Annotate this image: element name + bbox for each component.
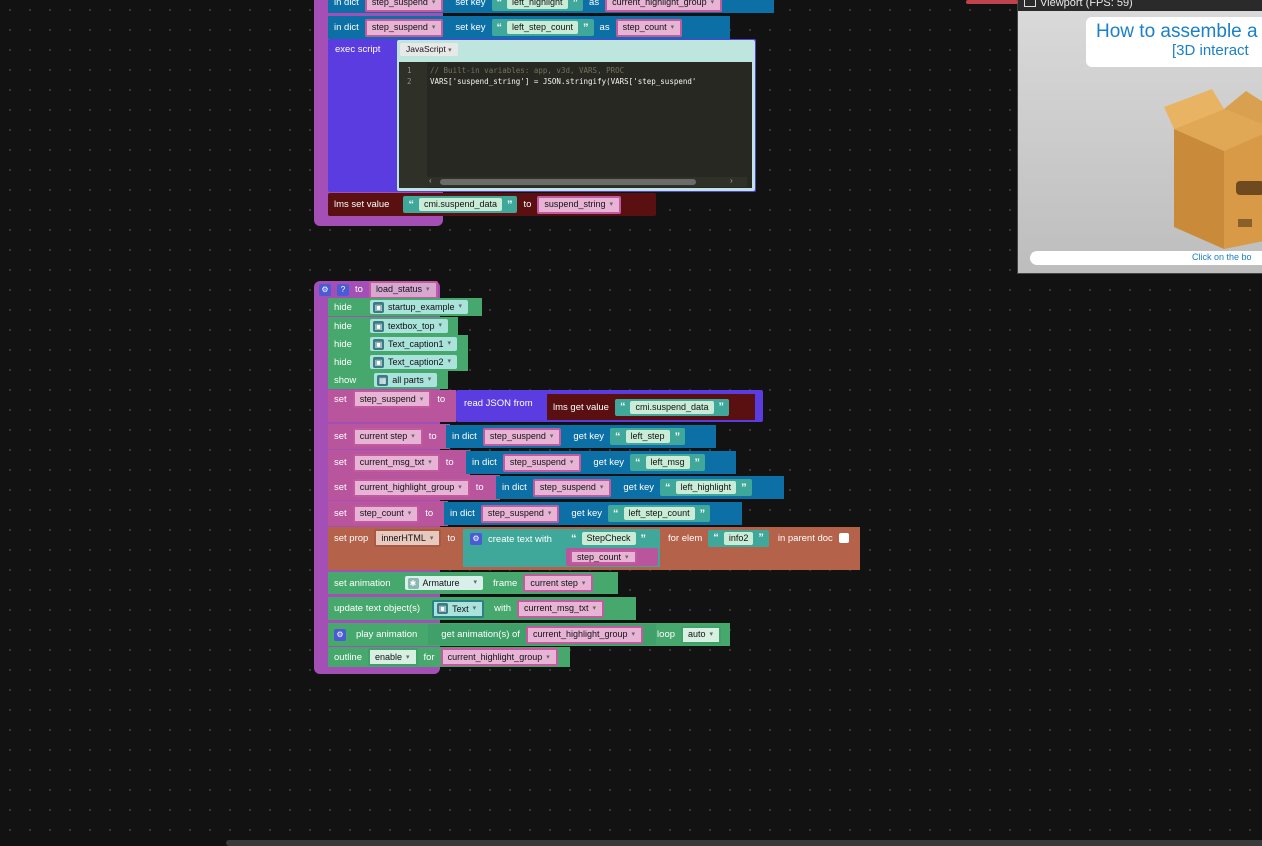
in-dict-block-2[interactable]: in dict step_suspend get key “left_msg” — [466, 451, 736, 474]
key-string[interactable]: “left_highlight” — [491, 0, 584, 11]
dict-variable-dropdown[interactable]: step_suspend — [532, 478, 612, 497]
update-text-block[interactable]: update text object(s) ▣Text with current… — [328, 597, 636, 620]
key-string[interactable]: “left_msg” — [630, 454, 706, 471]
cube-icon: ▣ — [372, 320, 384, 332]
help-icon[interactable]: ? — [337, 283, 349, 296]
code-editor-scrollbar[interactable]: ‹ › — [427, 176, 747, 187]
set-step-count-block[interactable]: set step_count to — [328, 501, 448, 526]
lms-key-string[interactable]: “cmi.suspend_data” — [403, 196, 518, 213]
viewport-panel[interactable]: Viewport (FPS: 59) How to assemble a [3D… — [1017, 0, 1262, 274]
variable-dropdown[interactable]: current_msg_txt — [352, 453, 440, 472]
armature-dropdown[interactable]: ✱ Armature — [404, 576, 484, 590]
element-id-string[interactable]: “info2” — [708, 529, 769, 547]
dict-variable-dropdown[interactable]: step_suspend — [364, 0, 444, 12]
scroll-left-icon[interactable]: ‹ — [429, 176, 432, 185]
set-highlight-group-block[interactable]: set current_highlight_group to — [328, 475, 500, 500]
hide-block-1[interactable]: hide ▣ startup_example — [328, 298, 482, 316]
object-dropdown[interactable]: ▣ Text_caption1 — [369, 337, 458, 351]
procedure-name-field[interactable]: load_status — [368, 280, 438, 299]
key-string[interactable]: “left_step_count” — [608, 505, 711, 522]
cardboard-box-image[interactable] — [1164, 89, 1262, 259]
viewport-icon — [1024, 0, 1036, 7]
highlight-group-dropdown[interactable]: current_highlight_group — [525, 625, 644, 644]
in-dict-block-1[interactable]: in dict step_suspend get key “left_step” — [446, 425, 716, 448]
in-dict-block-3[interactable]: in dict step_suspend get key “left_highl… — [496, 476, 784, 499]
title-card: How to assemble a [3D interact — [1086, 17, 1262, 67]
outline-block[interactable]: outline enable for current_highlight_gro… — [328, 647, 570, 667]
loop-mode-dropdown[interactable]: auto — [681, 625, 722, 644]
key-string[interactable]: “left_step” — [610, 428, 686, 445]
viewport-scene[interactable]: How to assemble a [3D interact Click on … — [1018, 11, 1262, 273]
code-line-1: // Built-in variables: app, v3d, VARS, P… — [430, 66, 625, 75]
dict-variable-dropdown[interactable]: step_suspend — [480, 504, 560, 523]
variable-dropdown[interactable]: step_count — [352, 504, 420, 523]
text-object-dropdown[interactable]: ▣ Text — [432, 599, 485, 618]
dict-variable-dropdown[interactable]: step_suspend — [502, 453, 582, 472]
hide-block-2[interactable]: hide ▣ textbox_top — [328, 317, 458, 335]
object-dropdown[interactable]: ▣ textbox_top — [369, 319, 449, 333]
viewport-titlebar[interactable]: Viewport (FPS: 59) — [1018, 0, 1262, 11]
message-variable-dropdown[interactable]: current_msg_txt — [517, 599, 605, 618]
dict-variable-dropdown[interactable]: step_suspend — [482, 427, 562, 446]
lms-get-value-block[interactable]: lms get value “cmi.suspend_data” — [547, 394, 755, 420]
set-animation-block[interactable]: set animation ✱Armature frame current st… — [328, 572, 618, 594]
cube-icon: ▣ — [372, 301, 384, 313]
hide-block-4[interactable]: hide ▣ Text_caption2 — [328, 353, 468, 371]
lms-key-string[interactable]: “cmi.suspend_data” — [614, 398, 730, 416]
in-dict-block-4[interactable]: in dict step_suspend get key “left_step_… — [444, 502, 742, 525]
scroll-right-icon[interactable]: › — [730, 176, 733, 185]
value-variable-dropdown[interactable]: current_highlight_group — [605, 0, 723, 12]
connector-line — [966, 0, 1018, 4]
set-current-step-block[interactable]: set current step to — [328, 424, 450, 449]
exec-script-label: exec script — [335, 44, 381, 55]
cube-icon: ▣ — [372, 356, 384, 368]
group-icon: ▦ — [377, 374, 389, 386]
hide-block-3[interactable]: hide ▣ Text_caption1 — [328, 335, 468, 353]
property-dropdown[interactable]: innerHTML — [374, 529, 442, 547]
outline-mode-dropdown[interactable]: enable — [368, 648, 418, 666]
workspace-horizontal-scrollbar[interactable] — [226, 840, 1262, 846]
armature-icon: ✱ — [407, 577, 419, 589]
variable-dropdown[interactable]: current_highlight_group — [352, 478, 470, 497]
variable-dropdown[interactable]: step_suspend — [352, 390, 432, 408]
code-editor[interactable]: 1 2 // Built-in variables: app, v3d, VAR… — [399, 62, 752, 188]
mutator-gear-icon[interactable]: ⚙ — [334, 628, 346, 641]
language-dropdown[interactable]: JavaScript ▾ — [400, 43, 458, 56]
show-block[interactable]: show ▦ all parts — [328, 371, 448, 389]
code-line-2: VARS['suspend_string'] = JSON.stringify(… — [430, 77, 697, 86]
object-dropdown[interactable]: ▣ startup_example — [369, 300, 469, 314]
key-string[interactable]: “left_highlight” — [660, 479, 752, 496]
suspend-string-dropdown[interactable]: suspend_string — [537, 195, 621, 214]
frame-variable-dropdown[interactable]: current step — [523, 574, 594, 592]
highlight-group-dropdown[interactable]: current_highlight_group — [440, 648, 558, 666]
procedure-header[interactable]: ⚙ ? to load_status — [314, 280, 444, 299]
cube-icon: ▣ — [372, 338, 384, 350]
lms-set-value-block[interactable]: lms set value “cmi.suspend_data” to susp… — [328, 193, 656, 216]
cube-icon: ▣ — [437, 603, 449, 614]
variable-dropdown[interactable]: current step — [352, 427, 423, 446]
parent-doc-checkbox[interactable] — [838, 533, 849, 543]
dict-set-stepcount-block[interactable]: in dict step_suspend set key “left_step_… — [328, 16, 730, 39]
footer-bar: Click on the bo — [1030, 251, 1262, 265]
value-variable-dropdown[interactable]: step_count — [615, 18, 683, 37]
step-count-dropdown[interactable]: step_count — [570, 550, 637, 564]
key-string[interactable]: “left_step_count” — [491, 19, 594, 36]
set-current-msg-block[interactable]: set current_msg_txt to — [328, 450, 470, 475]
group-dropdown[interactable]: ▦ all parts — [374, 373, 438, 387]
stepcheck-string[interactable]: “StepCheck” — [566, 530, 652, 547]
play-animation-block[interactable]: ⚙ play animation get animation(s) of cur… — [328, 623, 730, 646]
code-editor-panel[interactable]: JavaScript ▾ 1 2 // Built-in variables: … — [397, 40, 755, 191]
settings-gear-icon[interactable]: ⚙ — [319, 283, 331, 296]
object-dropdown[interactable]: ▣ Text_caption2 — [369, 355, 458, 369]
dict-set-highlight-block[interactable]: in dict step_suspend set key “left_highl… — [328, 0, 774, 13]
mutator-gear-icon[interactable]: ⚙ — [470, 533, 482, 545]
dict-variable-dropdown[interactable]: step_suspend — [364, 18, 444, 37]
